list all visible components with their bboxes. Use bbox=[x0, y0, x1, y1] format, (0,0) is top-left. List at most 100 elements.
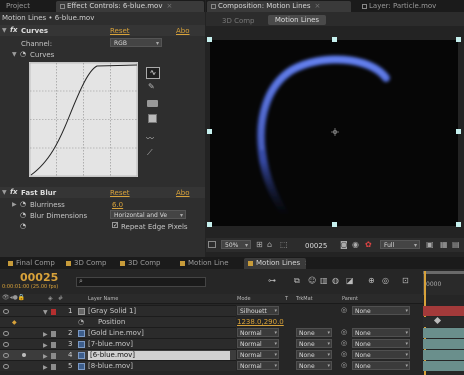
keyframe-diamond[interactable] bbox=[433, 316, 442, 325]
trkmat-select[interactable]: None bbox=[296, 361, 332, 371]
chevron-down-icon[interactable]: ▼ bbox=[12, 51, 17, 58]
handle-bl[interactable] bbox=[207, 222, 212, 227]
col-mode[interactable]: Mode bbox=[237, 296, 251, 302]
col-t[interactable]: T bbox=[285, 296, 288, 302]
tab-layer[interactable]: Layer: Particle.mov bbox=[358, 1, 464, 12]
layer-duration-bar[interactable] bbox=[423, 350, 464, 360]
lock-icon[interactable] bbox=[60, 3, 65, 9]
label-color-swatch[interactable] bbox=[51, 364, 56, 370]
channel-icon[interactable]: ✿ bbox=[365, 240, 372, 249]
fx-icon[interactable]: fx bbox=[10, 26, 18, 34]
timecode-frame[interactable]: 00025 bbox=[305, 242, 327, 250]
eye-icon[interactable] bbox=[3, 353, 9, 358]
handle-bm[interactable] bbox=[332, 222, 337, 227]
pencil-icon[interactable]: ✎ bbox=[148, 82, 155, 91]
curve-tool-smooth-icon[interactable]: ∿ bbox=[146, 67, 160, 79]
snapshot-icon[interactable]: ◉ bbox=[352, 240, 359, 249]
pickwhip-icon[interactable]: ◎ bbox=[341, 306, 347, 314]
smooth-icon[interactable]: 〰 bbox=[146, 133, 154, 144]
pickwhip-icon[interactable]: ◎ bbox=[341, 339, 347, 347]
handle-mr[interactable] bbox=[456, 129, 461, 134]
layer-duration-bar[interactable] bbox=[423, 361, 464, 371]
motion-blur-icon[interactable]: ◍ bbox=[332, 276, 339, 285]
reset-curve-icon[interactable]: ⟋ bbox=[147, 148, 153, 158]
lock-icon[interactable] bbox=[362, 3, 367, 9]
label-color-swatch[interactable] bbox=[51, 331, 56, 337]
camera-icon[interactable]: ◙ bbox=[340, 240, 348, 249]
repeat-edge-checkbox[interactable]: ✓ bbox=[112, 222, 118, 229]
label-color-swatch[interactable] bbox=[51, 309, 56, 315]
mode-select[interactable]: Normal bbox=[237, 328, 279, 338]
parent-select[interactable]: None bbox=[352, 339, 410, 349]
parent-select[interactable]: None bbox=[352, 361, 410, 371]
chevron-right-icon[interactable]: ▶ bbox=[43, 362, 48, 373]
stopwatch-icon[interactable]: ◔ bbox=[20, 222, 26, 230]
eye-icon[interactable] bbox=[3, 309, 9, 314]
crumb-motion-lines[interactable]: Motion Lines bbox=[268, 15, 326, 25]
pickwhip-icon[interactable]: ◎ bbox=[341, 350, 347, 358]
pickwhip-icon[interactable]: ◎ bbox=[341, 361, 347, 369]
hide-shy-icon[interactable]: ☺ bbox=[308, 276, 316, 285]
chevron-down-icon[interactable]: ▼ bbox=[2, 27, 7, 34]
layer-row[interactable]: ▶ 2 [Gold Line.mov] bbox=[0, 327, 236, 338]
eye-icon[interactable] bbox=[3, 331, 9, 336]
zoom-select[interactable]: 50% bbox=[221, 240, 251, 249]
solo-icon[interactable] bbox=[22, 353, 26, 357]
parent-select[interactable]: None bbox=[352, 306, 410, 316]
pickwhip-icon[interactable]: ◎ bbox=[341, 328, 347, 336]
layer-name[interactable]: [8-blue.mov] bbox=[88, 361, 133, 372]
keyframe-track[interactable] bbox=[423, 316, 464, 327]
layer-row[interactable]: ▶ 3 [7-blue.mov] bbox=[0, 338, 236, 349]
work-area-bar[interactable] bbox=[423, 271, 464, 274]
transparency-grid-icon[interactable]: ▦ bbox=[440, 240, 448, 249]
resolution-select[interactable]: Full bbox=[380, 240, 420, 249]
handle-tr[interactable] bbox=[456, 37, 461, 42]
handle-ml[interactable] bbox=[207, 129, 212, 134]
graph-icon[interactable]: ⊡ bbox=[402, 276, 409, 285]
timeline-tab[interactable]: Motion Lines× bbox=[244, 258, 306, 269]
handle-tm[interactable] bbox=[332, 37, 337, 42]
curves-reset-link[interactable]: Reset bbox=[110, 27, 130, 35]
position-property-row[interactable]: ◆ ◔ Position 1238.0,290.0 bbox=[0, 316, 284, 327]
col-parent[interactable]: Parent bbox=[342, 296, 358, 302]
layer-row[interactable]: ▶ 5 [8-blue.mov] bbox=[0, 360, 236, 371]
label-color-swatch[interactable] bbox=[51, 342, 56, 348]
region-icon[interactable]: ⬚ bbox=[280, 240, 288, 249]
curves-graph[interactable] bbox=[29, 62, 138, 177]
timeline-tab[interactable]: 3D Comp bbox=[62, 258, 112, 269]
blurriness-value[interactable]: 6.0 bbox=[112, 201, 123, 209]
layer-name[interactable]: [6-blue.mov] bbox=[88, 351, 230, 360]
blur-dimensions-select[interactable]: Horizontal and Ve bbox=[110, 210, 186, 219]
tab-project[interactable]: Project bbox=[2, 1, 32, 12]
graph-editor-icon[interactable]: ◪ bbox=[346, 276, 354, 285]
timeline-tab[interactable]: Final Comp bbox=[4, 258, 58, 269]
channel-select[interactable]: RGB bbox=[110, 38, 162, 47]
position-value[interactable]: 1238.0,290.0 bbox=[237, 317, 284, 328]
close-icon[interactable]: × bbox=[304, 258, 306, 269]
brainstorm-icon[interactable]: ⊕ bbox=[368, 276, 375, 285]
roi-icon[interactable]: ▣ bbox=[426, 240, 434, 249]
parent-select[interactable]: None bbox=[352, 350, 410, 360]
col-layer-name[interactable]: Layer Name bbox=[88, 296, 118, 302]
layer-search-input[interactable]: ⌕ bbox=[76, 277, 206, 287]
mode-select[interactable]: Normal bbox=[237, 339, 279, 349]
frame-blending-icon[interactable]: ▥ bbox=[320, 276, 328, 285]
chevron-right-icon[interactable]: ▶ bbox=[12, 201, 17, 208]
layer-row[interactable]: ▶ 4 [6-blue.mov] bbox=[0, 349, 236, 360]
close-icon[interactable]: × bbox=[315, 1, 321, 12]
open-folder-icon[interactable] bbox=[147, 100, 158, 107]
chevron-down-icon[interactable]: ▼ bbox=[2, 189, 7, 196]
fast-blur-reset-link[interactable]: Reset bbox=[110, 189, 130, 197]
always-preview-icon[interactable] bbox=[208, 241, 216, 248]
eye-icon[interactable] bbox=[3, 364, 9, 369]
crumb-3d-comp[interactable]: 3D Comp bbox=[222, 17, 255, 25]
draft-3d-icon[interactable]: ⧉ bbox=[294, 276, 300, 286]
layer-duration-bar[interactable] bbox=[423, 328, 464, 338]
fx-icon[interactable]: fx bbox=[10, 188, 18, 196]
stopwatch-icon[interactable]: ◔ bbox=[20, 200, 26, 208]
stopwatch-icon[interactable]: ◔ bbox=[20, 50, 26, 58]
trkmat-select[interactable]: None bbox=[296, 328, 332, 338]
fast-previews-icon[interactable]: ▤ bbox=[452, 240, 460, 249]
timeline-tab[interactable]: 3D Comp bbox=[116, 258, 172, 269]
timecode-display[interactable]: 00025 bbox=[20, 271, 58, 284]
